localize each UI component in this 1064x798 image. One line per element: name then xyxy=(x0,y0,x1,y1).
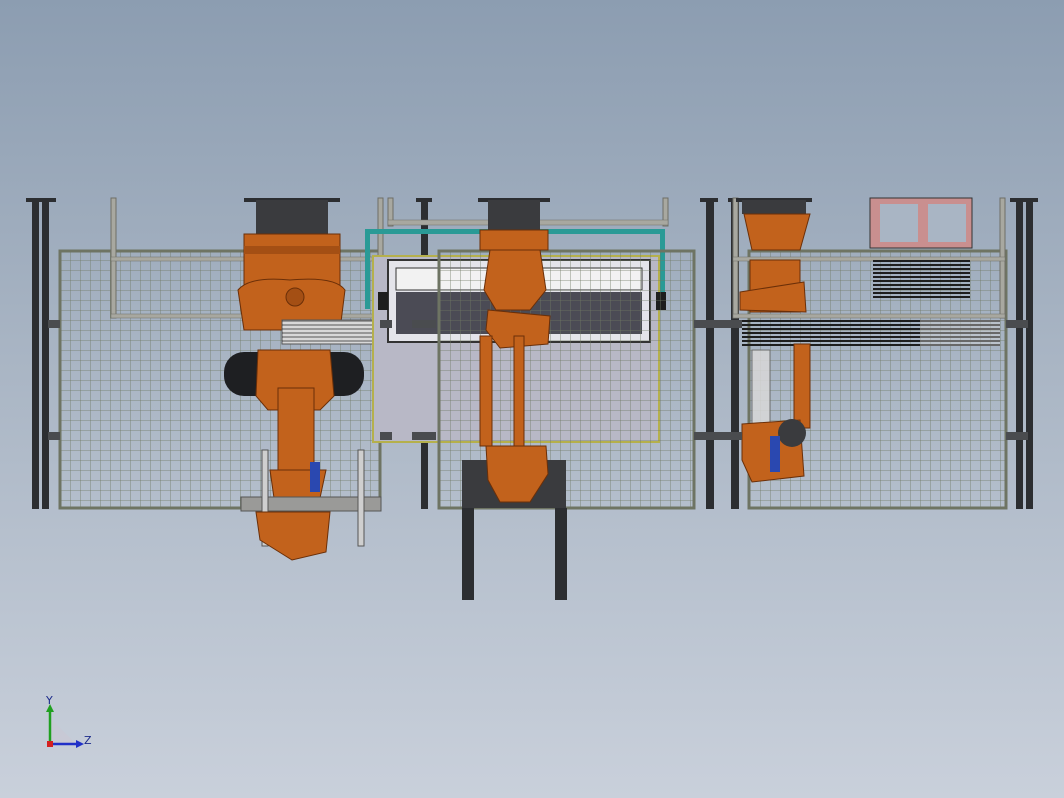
coordinate-triad: Y Z xyxy=(36,694,96,758)
left-cell xyxy=(58,197,384,561)
z-axis-label: Z xyxy=(84,734,92,747)
right-cell xyxy=(732,197,1008,510)
axis-triad-icon xyxy=(46,704,84,748)
y-axis-label: Y xyxy=(46,694,53,707)
robot-cell-model[interactable] xyxy=(0,0,1064,798)
cad-graphics-viewport[interactable]: Y Z xyxy=(0,0,1064,798)
middle-cell xyxy=(365,197,696,600)
